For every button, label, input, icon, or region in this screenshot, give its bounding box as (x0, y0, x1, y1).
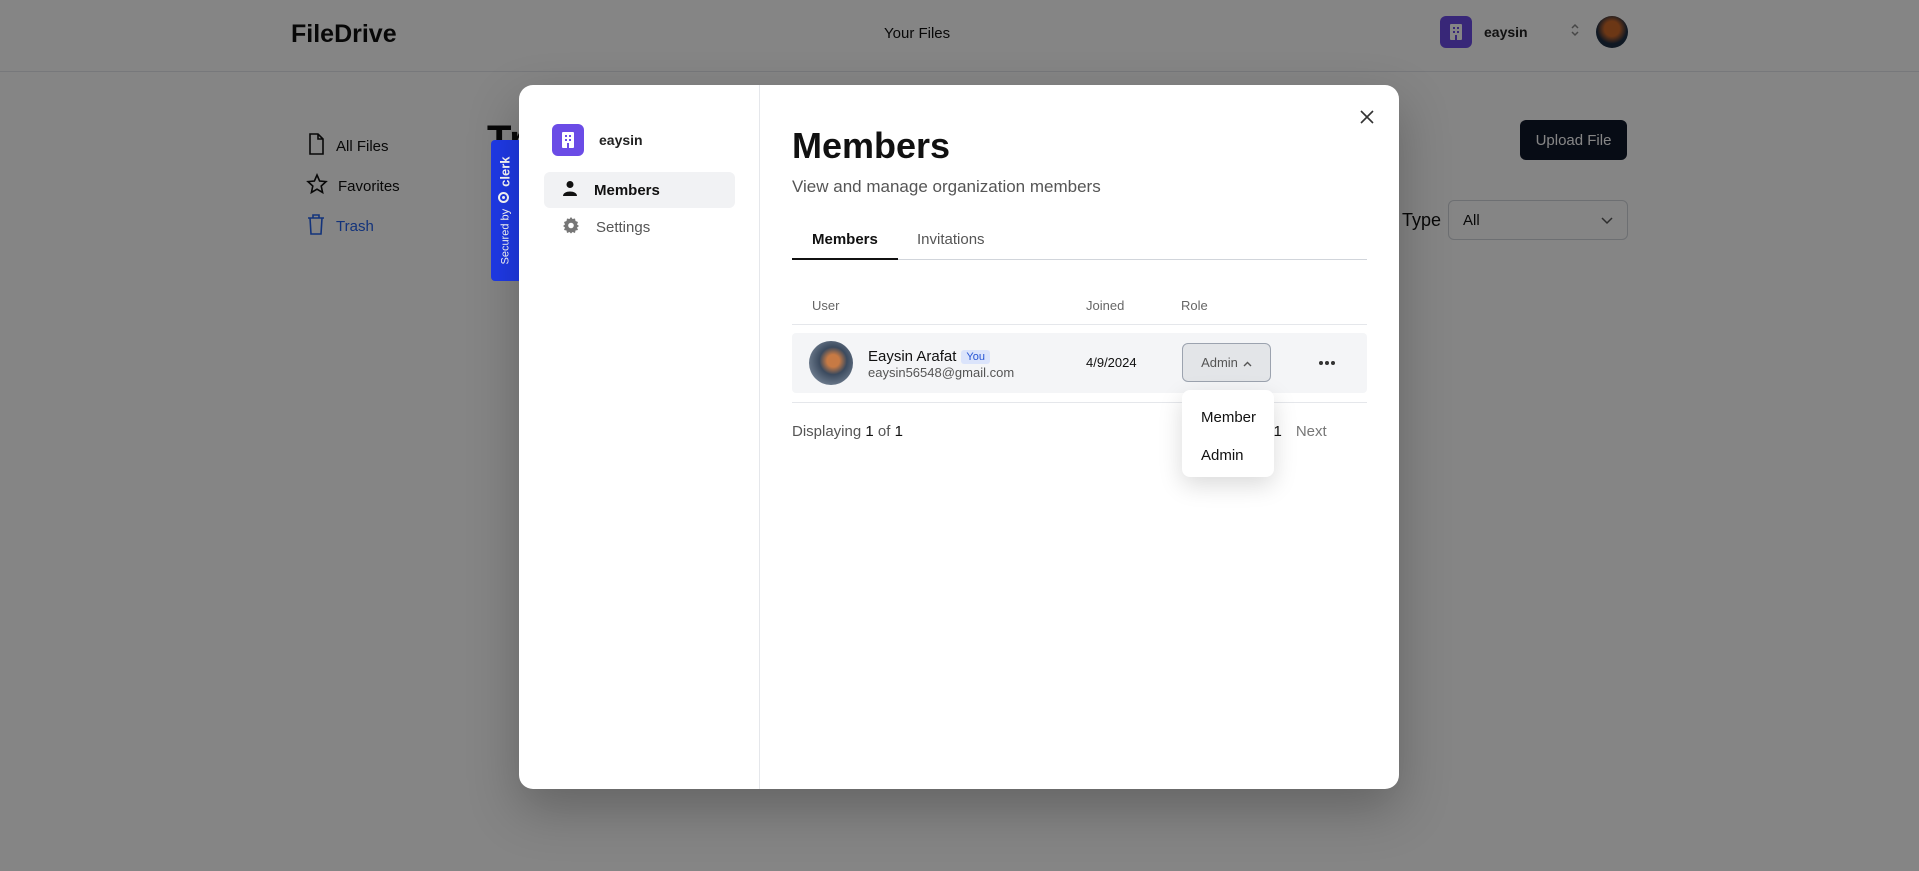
building-icon (552, 124, 584, 156)
page-number[interactable]: 1 (1274, 423, 1282, 440)
role-select-value: Admin (1201, 355, 1238, 370)
members-title: Members (792, 125, 951, 166)
modal-nav-label: Members (594, 181, 660, 199)
role-dropdown-menu: Member Admin (1182, 390, 1274, 477)
member-avatar (809, 341, 853, 385)
displaying-current: 1 (865, 423, 874, 440)
modal-nav-settings[interactable]: Settings (544, 209, 735, 245)
clerk-secured-badge[interactable]: Secured by clerk (491, 140, 520, 281)
next-page-button[interactable]: Next (1296, 423, 1327, 440)
divider (792, 324, 1367, 325)
clerk-brand-text: clerk (498, 156, 513, 187)
modal-nav-label: Settings (596, 218, 651, 236)
column-header-joined: Joined (1086, 298, 1125, 313)
modal-sidebar: eaysin Members Settings (519, 85, 760, 789)
table-row: Eaysin Arafat You eaysin56548@gmail.com … (792, 333, 1367, 393)
member-joined-date: 4/9/2024 (1086, 355, 1137, 370)
you-badge: You (961, 349, 990, 364)
members-panel: Members View and manage organization mem… (792, 85, 1367, 789)
column-header-role: Role (1181, 298, 1208, 313)
displaying-label: Displaying (792, 423, 862, 440)
member-email: eaysin56548@gmail.com (868, 365, 1015, 380)
divider (792, 402, 1367, 403)
organization-members-modal: eaysin Members Settings Members View and… (519, 85, 1399, 789)
gear-icon (562, 216, 580, 238)
more-options-icon[interactable] (1317, 353, 1337, 373)
column-header-user: User (812, 298, 840, 313)
tab-members[interactable]: Members (792, 231, 898, 260)
user-icon (562, 180, 578, 200)
chevron-up-icon (1243, 355, 1252, 370)
member-name-line: Eaysin Arafat You (868, 348, 990, 365)
role-option-member[interactable]: Member (1182, 398, 1274, 436)
role-option-admin[interactable]: Admin (1182, 436, 1274, 474)
pagination-summary: Displaying 1 of 1 (792, 423, 903, 440)
displaying-total: 1 (894, 423, 903, 440)
modal-org-name: eaysin (599, 132, 643, 148)
members-subtitle: View and manage organization members (792, 177, 1101, 196)
member-name: Eaysin Arafat (868, 348, 957, 365)
tab-invitations[interactable]: Invitations (897, 231, 1005, 260)
role-select-button[interactable]: Admin (1182, 343, 1271, 382)
clerk-logo-icon (498, 192, 513, 204)
members-tabs: Members Invitations (792, 231, 1367, 260)
modal-nav-members[interactable]: Members (544, 172, 735, 208)
secured-by-text: Secured by (499, 208, 512, 265)
displaying-of: of (877, 423, 891, 440)
modal-org-header: eaysin (552, 124, 643, 156)
